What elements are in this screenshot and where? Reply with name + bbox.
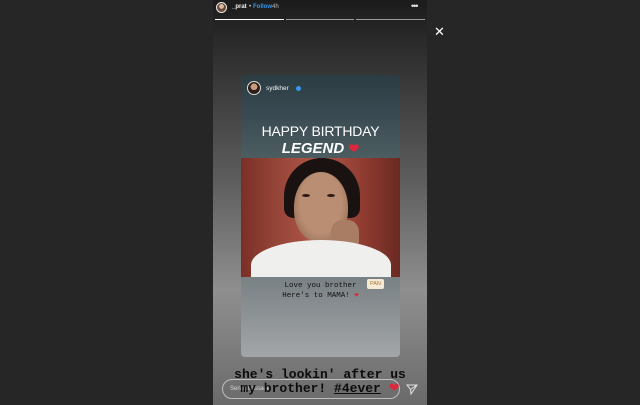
post-photo	[241, 158, 400, 277]
progress-segment	[215, 19, 284, 21]
user-avatar[interactable]	[216, 2, 227, 13]
pan-sticker: PAN	[367, 279, 384, 289]
headline-line2: LEGEND ❤	[241, 140, 400, 157]
progress-segment	[356, 19, 426, 21]
heart-icon: ❤	[388, 381, 400, 396]
story-text-line2: my brother! #4ever ❤	[213, 381, 427, 396]
headline-line1: HAPPY BIRTHDAY	[261, 123, 380, 139]
post-caption-line2-text: Here's to MAMA!	[282, 292, 350, 300]
story-header: _prat • Follow 4h •••	[213, 0, 427, 16]
follow-button[interactable]: Follow	[253, 4, 272, 10]
shared-post-card[interactable]: sydkher HAPPY BIRTHDAY LEGEND ❤ Love you…	[241, 75, 400, 357]
story-timestamp: 4h	[272, 4, 279, 10]
send-icon[interactable]	[406, 383, 418, 395]
story-text-line2-prefix: my brother!	[240, 381, 327, 396]
separator-dot: •	[249, 4, 252, 10]
close-icon[interactable]: ✕	[434, 25, 445, 38]
hashtag-link[interactable]: #4ever	[334, 381, 381, 396]
photo-shirt	[251, 240, 391, 277]
heart-icon: ❤	[354, 292, 359, 300]
verified-badge-icon	[296, 86, 301, 91]
heart-icon: ❤	[348, 141, 360, 156]
post-caption-line2: Here's to MAMA! ❤	[241, 291, 400, 301]
shared-post-username[interactable]: sydkher	[266, 85, 289, 92]
story-progress-bar	[215, 19, 426, 21]
story-username[interactable]: _prat	[232, 4, 247, 10]
progress-segment	[285, 19, 355, 21]
photo-eye	[302, 194, 310, 197]
headline-line2-text: LEGEND	[281, 140, 345, 157]
shared-post-avatar[interactable]	[247, 81, 261, 95]
photo-eye	[327, 194, 335, 197]
more-horizontal-icon[interactable]: •••	[411, 1, 419, 11]
